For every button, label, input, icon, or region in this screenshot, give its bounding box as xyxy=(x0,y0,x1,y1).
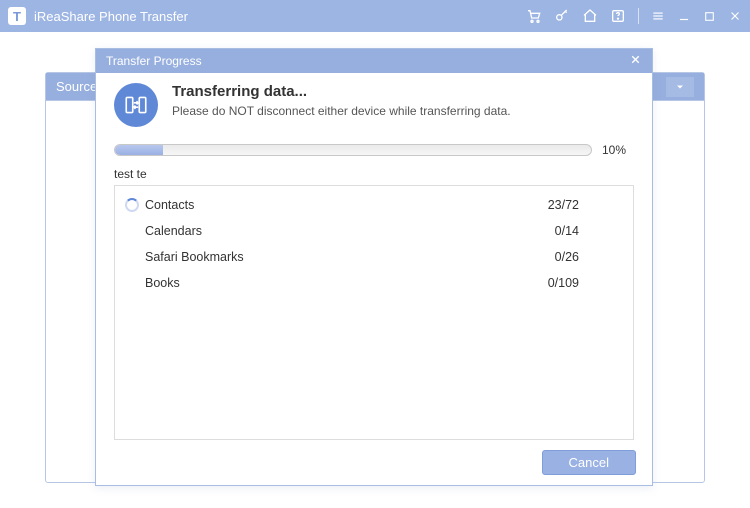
sub-caption: test te xyxy=(114,167,634,181)
item-label: Calendars xyxy=(145,224,202,238)
item-label: Contacts xyxy=(145,198,194,212)
item-count: 0/26 xyxy=(555,250,619,264)
progress-fill xyxy=(115,145,163,155)
item-count: 0/14 xyxy=(555,224,619,238)
menu-icon[interactable] xyxy=(651,9,665,23)
item-label: Safari Bookmarks xyxy=(145,250,244,264)
cart-icon[interactable] xyxy=(526,8,542,24)
list-item: Calendars 0/14 xyxy=(115,218,633,244)
transfer-title: Transferring data... xyxy=(172,83,511,100)
minimize-button[interactable] xyxy=(677,9,691,23)
transfer-progress-dialog: Transfer Progress Transferring data... P… xyxy=(95,48,653,486)
dialog-header: Transfer Progress xyxy=(96,49,652,73)
item-label: Books xyxy=(145,276,180,290)
item-count: 23/72 xyxy=(548,198,619,212)
home-icon[interactable] xyxy=(582,8,598,24)
close-icon[interactable] xyxy=(629,53,642,69)
key-icon[interactable] xyxy=(554,8,570,24)
source-dropdown[interactable] xyxy=(666,77,694,97)
progress-bar xyxy=(114,144,592,156)
progress-percent: 10% xyxy=(602,143,634,157)
transfer-subtitle: Please do NOT disconnect either device w… xyxy=(172,104,511,118)
item-list: Contacts 23/72 Calendars 0/14 Safari Bookmar… xyxy=(114,185,634,440)
app-title: iReaShare Phone Transfer xyxy=(34,9,188,24)
maximize-button[interactable] xyxy=(703,10,716,23)
list-item: Books 0/109 xyxy=(115,270,633,296)
item-count: 0/109 xyxy=(548,276,619,290)
list-item: Contacts 23/72 xyxy=(115,192,633,218)
titlebar: T iReaShare Phone Transfer xyxy=(0,0,750,32)
dialog-title: Transfer Progress xyxy=(106,54,202,68)
cancel-button[interactable]: Cancel xyxy=(542,450,636,475)
list-item: Safari Bookmarks 0/26 xyxy=(115,244,633,270)
help-icon[interactable] xyxy=(610,8,626,24)
separator xyxy=(638,8,639,24)
spinner-icon xyxy=(125,198,139,212)
close-button[interactable] xyxy=(728,9,742,23)
app-logo: T xyxy=(8,7,26,25)
transfer-icon xyxy=(114,83,158,127)
